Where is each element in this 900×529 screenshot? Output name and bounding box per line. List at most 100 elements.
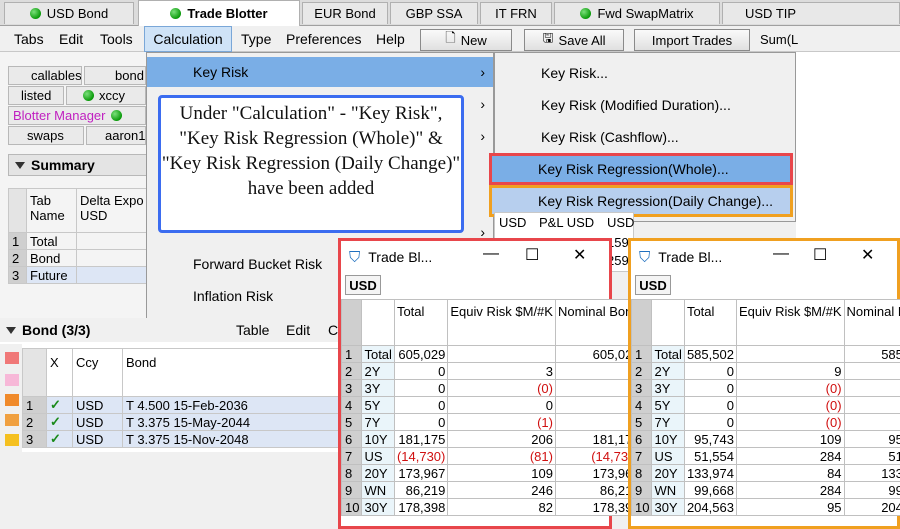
chevron-right-icon: › — [480, 96, 485, 112]
bond-menu-table[interactable]: Table — [236, 322, 269, 338]
chip-callables[interactable]: callables — [8, 66, 82, 85]
tab-it-frn[interactable]: IT FRN — [480, 2, 552, 24]
tab-usd-bond[interactable]: USD Bond — [4, 2, 134, 24]
cell-total: 0 — [393, 413, 449, 431]
cell-nominal-bond: 204,563 — [843, 498, 900, 516]
table-row[interactable]: 3 Future — [8, 266, 148, 284]
chip-xccy[interactable]: xccy — [66, 86, 146, 105]
row-number: 6 — [340, 430, 363, 448]
chip-aaron1[interactable]: aaron1 — [86, 126, 146, 145]
currency-tab[interactable]: USD — [345, 275, 381, 295]
chip-bond[interactable]: bond — [84, 66, 146, 85]
menu-type[interactable]: Type — [237, 26, 275, 52]
row-number: 9 — [630, 481, 653, 499]
tab-gbp-ssa[interactable]: GBP SSA — [390, 2, 478, 24]
cell-total: 0 — [683, 379, 737, 397]
close-icon[interactable]: ✕ — [573, 245, 586, 265]
tab-eur-bond[interactable]: EUR Bond — [302, 2, 388, 24]
bond-menu-more[interactable]: C — [328, 322, 338, 338]
menu-item-key-risk-cashflow[interactable]: Key Risk (Cashflow)... — [495, 121, 795, 153]
row-label: 7Y — [361, 413, 395, 431]
checkmark-icon[interactable]: ✓ — [46, 396, 73, 414]
menu-edit[interactable]: Edit — [55, 26, 87, 52]
table-row[interactable]: 7US51,55428451,554 — [630, 447, 900, 465]
table-row[interactable]: 7 US (14,730) (81) (14,730) — [340, 447, 643, 465]
cell-equiv-risk: 9 — [735, 362, 845, 380]
cell-total: 0 — [393, 396, 449, 414]
table-row[interactable]: 9WN99,66828499,668 — [630, 481, 900, 499]
table-row[interactable]: 8 20Y 173,967 109 173,967 — [340, 464, 643, 482]
summary-col-tab-name: Tab Name — [26, 188, 77, 233]
table-row[interactable]: 9 WN 86,219 246 86,219 — [340, 481, 643, 499]
cell-total: 86,219 — [393, 481, 449, 499]
table-row[interactable]: 3 ✓ USD T 3.375 15-Nov-2048 — [22, 430, 340, 448]
menu-item-key-risk-regression-whole[interactable]: Key Risk Regression(Whole)... — [489, 153, 793, 185]
trade-blotter-window-daily: ⛉ Trade Bl... — ☐ ✕ USD Total Equiv Risk… — [628, 238, 900, 529]
table-row[interactable]: 45Y0(0)0 — [630, 396, 900, 414]
table-row[interactable]: 33Y0(0)0 — [340, 379, 643, 397]
menu-preferences[interactable]: Preferences — [282, 26, 365, 52]
table-row[interactable]: 1 ✓ USD T 4.500 15-Feb-2036 — [22, 396, 340, 414]
chip-blotter-manager[interactable]: Blotter Manager — [8, 106, 146, 125]
row-number: 10 — [340, 498, 363, 516]
menu-calculation[interactable]: Calculation — [144, 26, 232, 52]
menu-item-key-risk-mod-duration[interactable]: Key Risk (Modified Duration)... — [495, 89, 795, 121]
table-row[interactable]: 1 Total 605,029 605,029 — [340, 345, 643, 363]
table-row[interactable]: 57Y0(0)0 — [630, 413, 900, 431]
table-row[interactable]: 45Y000 — [340, 396, 643, 414]
table-row[interactable]: 22Y030 — [340, 362, 643, 380]
window-titlebar[interactable]: ⛉ Trade Bl... — ☐ ✕ — [631, 241, 897, 273]
minimize-icon[interactable]: — — [483, 245, 499, 263]
tab-usd-tip[interactable]: USD TIP — [722, 2, 900, 24]
color-swatch — [5, 352, 19, 364]
status-dot-icon — [29, 8, 41, 19]
chip-listed[interactable]: listed — [8, 86, 64, 105]
table-row[interactable]: 610Y95,74310995,743 — [630, 430, 900, 448]
bond-menu-edit[interactable]: Edit — [286, 322, 310, 338]
cell-equiv-risk — [735, 345, 845, 363]
bond-color-swatches — [0, 344, 22, 452]
save-all-button[interactable]: 🖫 Save All — [524, 29, 624, 51]
table-row[interactable]: 6 10Y 181,175 206 181,175 — [340, 430, 643, 448]
menu-tools[interactable]: Tools — [96, 26, 137, 52]
maximize-icon[interactable]: ☐ — [813, 245, 827, 265]
table-row[interactable]: 820Y133,97484133,974 — [630, 464, 900, 482]
row-label: 30Y — [651, 498, 685, 516]
status-dot-icon — [580, 8, 592, 19]
status-dot-icon — [110, 110, 122, 121]
chip-swaps[interactable]: swaps — [8, 126, 84, 145]
close-icon[interactable]: ✕ — [861, 245, 874, 265]
menu-bar: Tabs Edit Tools Calculation Type Prefere… — [0, 26, 900, 52]
checkmark-icon[interactable]: ✓ — [46, 413, 73, 431]
menu-tabs[interactable]: Tabs — [10, 26, 48, 52]
summary-header[interactable]: Summary — [8, 154, 148, 176]
table-row[interactable]: 33Y0(0)0 — [630, 379, 900, 397]
col-total: Total — [683, 299, 737, 346]
table-row[interactable]: 22Y090 — [630, 362, 900, 380]
key-risk-table: Total Equiv Risk $M/#K Nominal Bond 1Tot… — [630, 299, 900, 516]
table-row[interactable]: 2 ✓ USD T 3.375 15-May-2044 — [22, 413, 340, 431]
bond-panel-header[interactable]: Bond (3/3) Table Edit C — [0, 318, 340, 342]
color-swatch — [5, 434, 19, 446]
table-row[interactable]: 2 Bond — [8, 249, 148, 267]
currency-tab[interactable]: USD — [635, 275, 671, 295]
tab-trade-blotter[interactable]: Trade Blotter — [138, 0, 300, 26]
table-row[interactable]: 57Y0(1)0 — [340, 413, 643, 431]
table-row[interactable]: 1Total585,502585,502 — [630, 345, 900, 363]
checkmark-icon[interactable]: ✓ — [46, 430, 73, 448]
minimize-icon[interactable]: — — [773, 245, 789, 263]
cell-nominal-bond: 133,974 — [843, 464, 900, 482]
table-row[interactable]: 10 30Y 178,398 82 178,398 — [340, 498, 643, 516]
new-button[interactable]: 🗋 New — [420, 29, 512, 51]
tab-fwd-swapmatrix[interactable]: Fwd SwapMatrix — [554, 2, 720, 24]
table-row[interactable]: 1 Total — [8, 232, 148, 250]
menu-item-key-risk[interactable]: Key Risk › — [147, 57, 493, 87]
cell-total: 173,967 — [393, 464, 449, 482]
maximize-icon[interactable]: ☐ — [525, 245, 539, 265]
window-titlebar[interactable]: ⛉ Trade Bl... — ☐ ✕ — [341, 241, 609, 273]
table-row[interactable]: 1030Y204,56395204,563 — [630, 498, 900, 516]
cell-total: 95,743 — [683, 430, 737, 448]
menu-item-key-risk-basic[interactable]: Key Risk... — [495, 57, 795, 89]
menu-help[interactable]: Help — [372, 26, 409, 52]
import-trades-button[interactable]: Import Trades — [634, 29, 750, 51]
